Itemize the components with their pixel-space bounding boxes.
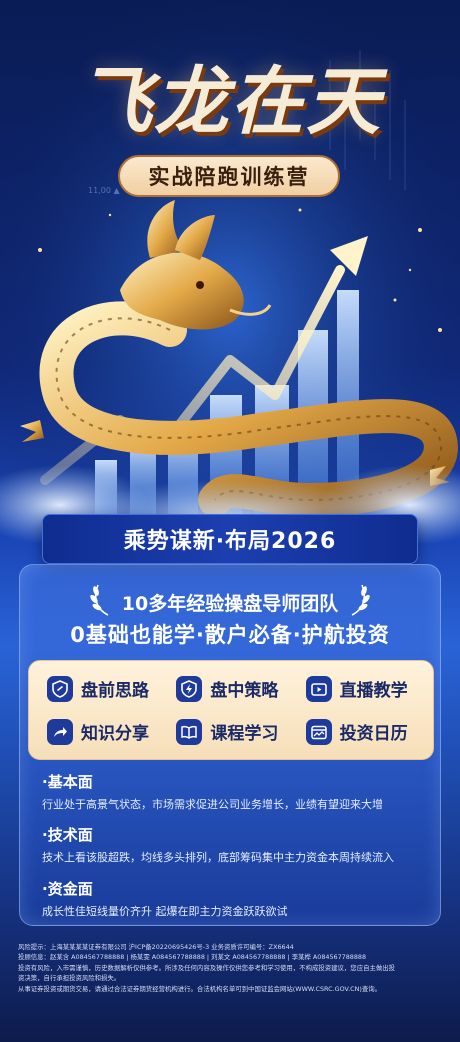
section-heading: ·基本面	[42, 773, 93, 791]
subtitle-badge: 实战陪跑训练营	[118, 155, 340, 197]
feature-label: 盘前思路	[81, 681, 149, 701]
disclaimer-line: 投顾信息：赵某含 A084567788888 | 杨某雯 A0845677888…	[18, 953, 367, 962]
link-shield-icon	[47, 675, 73, 702]
disclaimer-line: 投资有风险，入市需谨慎，历史数据解析仅供参考。所涉及任何内容及操作仅供您参考和学…	[18, 963, 396, 972]
section-body: 行业处于高景气状态，市场需求促进公司业务增长，业绩有望迎来大增	[42, 798, 383, 811]
analysis-details: ·基本面 行业处于高景气状态，市场需求促进公司业务增长，业绩有望迎来大增 ·技术…	[42, 771, 422, 931]
info-card: 10多年经验操盘导师团队 0基础也能学·散户必备·护航投资 盘前思路 盘中策略 …	[19, 564, 441, 926]
feature-label: 投资日历	[339, 724, 408, 744]
feature-grid: 盘前思路 盘中策略 直播教学 知识分享 课程学习 投资日历	[28, 660, 434, 760]
open-book-icon	[176, 718, 203, 745]
section-fundamental: ·基本面 行业处于高景气状态，市场需求促进公司业务增长，业绩有望迎来大增	[42, 771, 422, 812]
headline-team: 10多年经验操盘导师团队	[121, 593, 339, 615]
tv-play-icon	[305, 675, 332, 702]
feature-label: 直播教学	[339, 681, 408, 701]
feature-item-intraday[interactable]: 盘中策略	[166, 667, 295, 710]
section-body: 技术上看该股超跌，均线多头排列，底部筹码集中主力资金本周持续流入	[42, 851, 394, 865]
feature-label: 知识分享	[81, 724, 149, 744]
feature-label: 课程学习	[210, 724, 279, 744]
calendar-chart-icon	[305, 718, 332, 745]
feature-item-premarket[interactable]: 盘前思路	[37, 667, 166, 710]
headline-slogan: 0基础也能学·散户必备·护航投资	[70, 623, 390, 647]
disclaimer-line: 风险提示：上海某某某某证券有限公司 沪ICP备20220695426号-3 业务…	[18, 943, 294, 951]
feature-item-calendar[interactable]: 投资日历	[296, 710, 425, 753]
feature-item-course[interactable]: 课程学习	[166, 710, 295, 753]
disclaimer-line: 从事证券投资或期货交易，请通过合法证券期货经营机构进行。合法机构名单可到中国证监…	[18, 984, 382, 993]
feature-item-live[interactable]: 直播教学	[296, 667, 425, 710]
disclaimer-line: 资决策，自行承担投资风险和损失。	[18, 974, 121, 983]
poster: 飞龙在天 实战陪跑训练营 乘势谋新·布局2026 10多年经验操盘导师团队 0基…	[0, 0, 460, 1042]
section-body: 成长性佳短线量价齐升 起爆在即主力资金跃跃欲试	[42, 904, 288, 918]
section-capital: ·资金面 成长性佳短线量价齐升 起爆在即主力资金跃跃欲试	[42, 878, 422, 919]
share-arrow-icon	[47, 718, 73, 745]
section-technical: ·技术面 技术上看该股超跌，均线多头排列，底部筹码集中主力资金本周持续流入	[42, 824, 422, 865]
bg-ticker-text: 11,00 ▲	[88, 186, 120, 195]
section-heading: ·资金面	[42, 879, 93, 898]
feature-label: 盘中策略	[210, 681, 279, 701]
feature-item-knowledge[interactable]: 知识分享	[37, 710, 166, 753]
lightning-shield-icon	[176, 675, 203, 702]
disclaimer: 风险提示：上海某某某某证券有限公司 沪ICP备20220695426号-3 业务…	[18, 942, 446, 994]
section-heading: ·技术面	[42, 826, 93, 845]
hero-title: 飞龙在天	[78, 59, 382, 145]
campaign-banner: 乘势谋新·布局2026	[42, 514, 418, 564]
